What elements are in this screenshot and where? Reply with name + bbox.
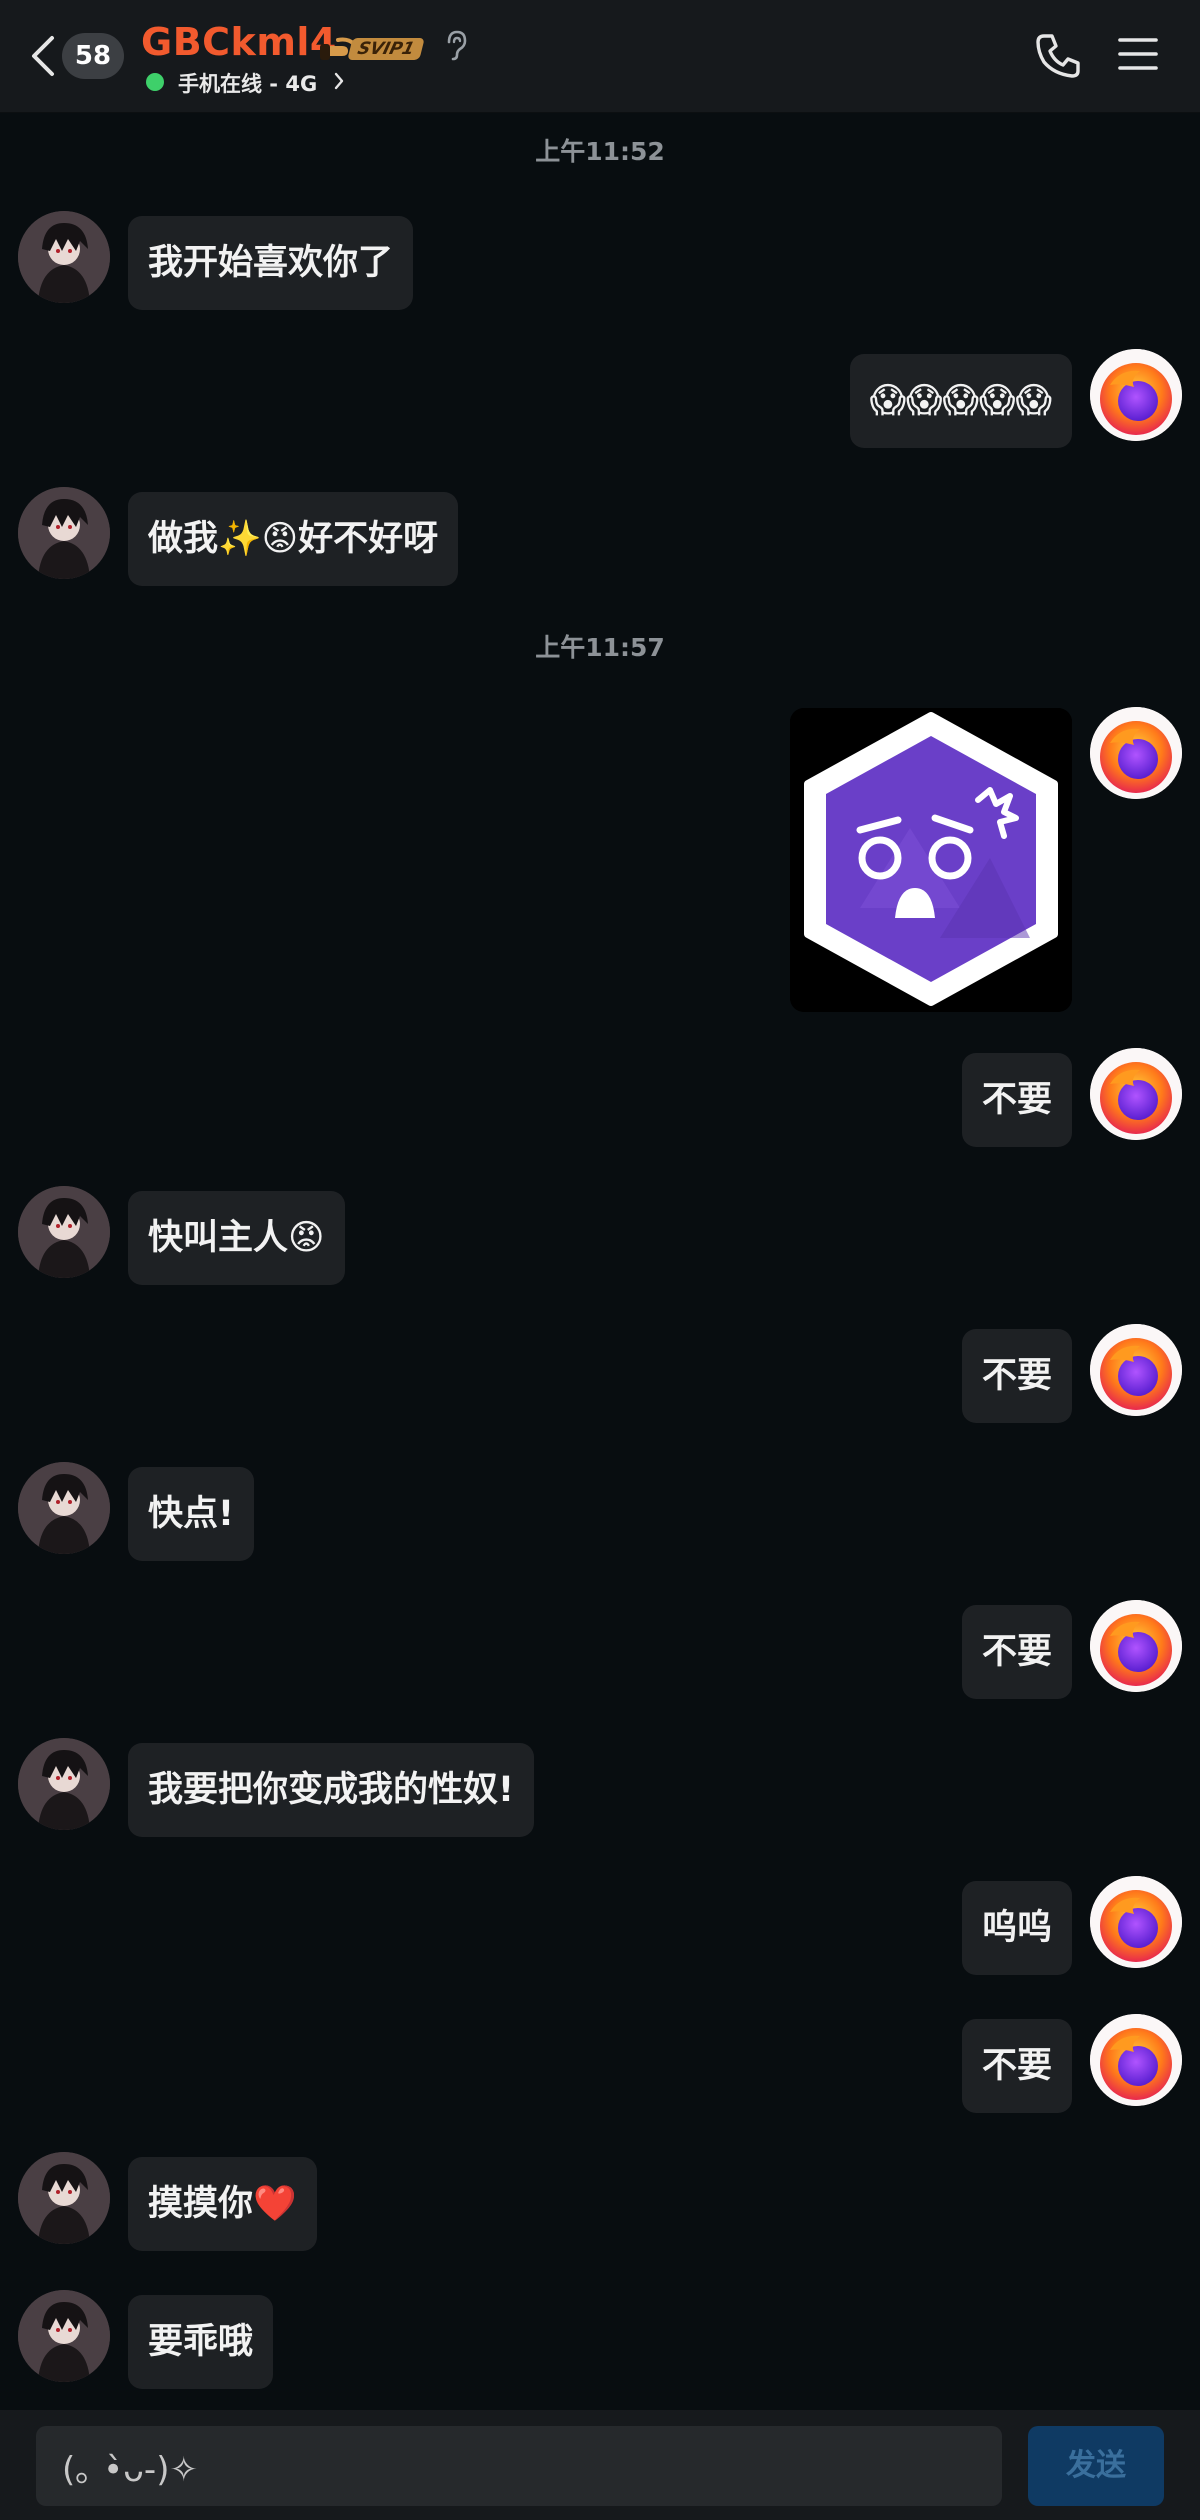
- contact-avatar[interactable]: [18, 1462, 110, 1554]
- message-bubble[interactable]: 我要把你变成我的性奴!: [128, 1743, 534, 1837]
- user-avatar[interactable]: [1090, 1600, 1182, 1692]
- message-bubble[interactable]: 不要: [961, 1605, 1072, 1699]
- firefox-logo-icon: [1090, 349, 1182, 441]
- ear-icon[interactable]: [443, 28, 469, 62]
- user-avatar[interactable]: [1090, 2014, 1182, 2106]
- contact-avatar[interactable]: [18, 211, 110, 303]
- dark-character-icon: [18, 1462, 110, 1554]
- contact-avatar[interactable]: [18, 1738, 110, 1830]
- dark-character-icon: [18, 2152, 110, 2244]
- contact-avatar[interactable]: [18, 1186, 110, 1278]
- dark-character-icon: [18, 487, 110, 579]
- dark-character-icon: [18, 1738, 110, 1830]
- firefox-logo-icon: [1090, 707, 1182, 799]
- chat-header: 58 GBCkml4 SVIP1 手机在线 - 4G: [0, 0, 1200, 113]
- composer-bar: 发送: [0, 2410, 1200, 2520]
- contact-name[interactable]: GBCkml4: [141, 20, 337, 64]
- svip-label: SVIP1: [347, 38, 425, 60]
- online-status-dot: [146, 73, 164, 91]
- svip-badge[interactable]: SVIP1: [318, 34, 430, 64]
- message-bubble[interactable]: 摸摸你❤️: [128, 2157, 317, 2251]
- contact-avatar[interactable]: [18, 2152, 110, 2244]
- firefox-logo-icon: [1090, 1876, 1182, 1968]
- firefox-logo-icon: [1090, 1048, 1182, 1140]
- send-button[interactable]: 发送: [1028, 2426, 1164, 2506]
- message-bubble[interactable]: 不要: [961, 1329, 1072, 1423]
- user-avatar[interactable]: [1090, 349, 1182, 441]
- message-bubble[interactable]: 做我✨😡好不好呀: [128, 492, 459, 586]
- message-bubble[interactable]: 不要: [961, 2019, 1072, 2113]
- user-avatar[interactable]: [1090, 707, 1182, 799]
- message-bubble[interactable]: 不要: [961, 1053, 1072, 1147]
- contact-avatar[interactable]: [18, 487, 110, 579]
- message-bubble[interactable]: 快点!: [128, 1467, 254, 1561]
- firefox-logo-icon: [1090, 2014, 1182, 2106]
- sticker-message[interactable]: [790, 708, 1072, 1012]
- message-bubble[interactable]: 要乖哦: [128, 2295, 274, 2389]
- unread-count-badge[interactable]: 58: [62, 33, 124, 79]
- firefox-logo-icon: [1090, 1324, 1182, 1416]
- dark-character-icon: [18, 2290, 110, 2382]
- menu-icon[interactable]: [1118, 34, 1158, 74]
- message-bubble[interactable]: 呜呜: [961, 1881, 1072, 1975]
- user-avatar[interactable]: [1090, 1324, 1182, 1416]
- timestamp: 上午11:57: [535, 633, 665, 662]
- dark-character-icon: [18, 1186, 110, 1278]
- online-status-text[interactable]: 手机在线 - 4G: [178, 68, 317, 98]
- firefox-logo-icon: [1090, 1600, 1182, 1692]
- chevron-right-icon[interactable]: [333, 70, 345, 92]
- timestamp: 上午11:52: [535, 137, 665, 166]
- back-arrow-icon[interactable]: [26, 32, 60, 80]
- dark-character-icon: [18, 211, 110, 303]
- message-bubble[interactable]: 😱😱😱😱😱: [849, 354, 1072, 448]
- phone-icon[interactable]: [1034, 30, 1082, 80]
- contact-avatar[interactable]: [18, 2290, 110, 2382]
- message-bubble[interactable]: 快叫主人😡: [128, 1191, 345, 1285]
- user-avatar[interactable]: [1090, 1876, 1182, 1968]
- shocked-face-hexagon-sticker: [790, 708, 1072, 1012]
- message-bubble[interactable]: 我开始喜欢你了: [128, 216, 414, 310]
- user-avatar[interactable]: [1090, 1048, 1182, 1140]
- message-input[interactable]: [36, 2426, 1002, 2506]
